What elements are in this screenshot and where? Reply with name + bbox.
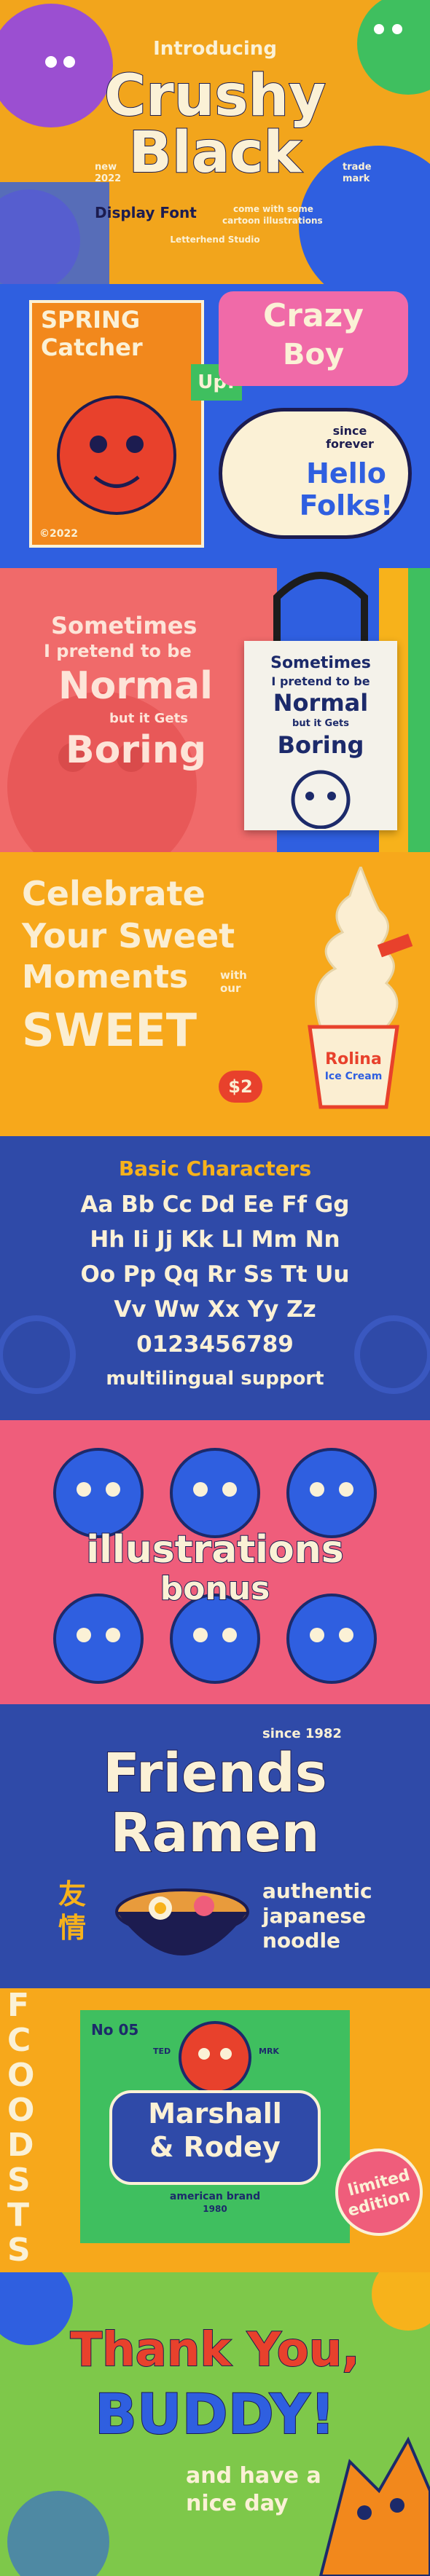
bonus-line-2: bonus xyxy=(160,1569,271,1608)
thank-you-tag-1: and have a xyxy=(186,2463,321,2489)
tote-bag-line-4: but it Gets xyxy=(292,718,349,729)
tote-bag-line-2: I pretend to be xyxy=(271,674,370,688)
hello-folks-line-2: Folks! xyxy=(299,489,394,521)
spring-catcher-line-1: SPRING xyxy=(41,306,141,334)
crazy-boy-line-2: Boy xyxy=(282,338,345,371)
ice-cream-line-3: Moments xyxy=(22,958,189,996)
characters-row-2: Hh Ii Jj Kk Ll Mm Nn xyxy=(90,1226,340,1253)
bonus-line-1: illustrations xyxy=(85,1527,344,1572)
cup-brand-line-2: Ice Cream xyxy=(324,1071,383,1082)
tote-poster-line-4: but it Gets xyxy=(109,711,188,726)
ramen-bowl-illustration xyxy=(115,1888,249,1955)
ramen-tag-3: noodle xyxy=(262,1929,341,1953)
hero-note-2: cartoon illustrations xyxy=(222,216,323,226)
ramen-tag-2: japanese xyxy=(262,1904,367,1928)
thank-you-tag-2: nice day xyxy=(186,2491,289,2516)
hello-folks-forever: forever xyxy=(326,437,374,451)
hero-tag-new: new xyxy=(95,162,117,173)
marshall-ted: TED xyxy=(153,2047,171,2056)
thank-you-line-1: Thank You, xyxy=(69,2323,360,2378)
ramen-line-1: Friends xyxy=(102,1741,328,1805)
tote-poster-line-3: Normal xyxy=(58,664,213,708)
crazy-boy-line-1: Crazy xyxy=(263,297,364,334)
hello-folks-line-1: Hello xyxy=(306,457,386,489)
characters-row-3: Oo Pp Qq Rr Ss Tt Uu xyxy=(80,1261,350,1288)
ramen-since: since 1982 xyxy=(262,1726,342,1741)
hero-subtitle: Display Font xyxy=(95,204,197,221)
tote-poster-line-1: Sometimes xyxy=(51,612,198,639)
spring-catcher-line-2: Catcher xyxy=(41,334,143,361)
ramen-kanji-2: 情 xyxy=(58,1912,87,1944)
marshall-brand: american brand xyxy=(169,2191,261,2202)
cartoon-face-background xyxy=(7,692,197,852)
hero-intro: Introducing xyxy=(153,38,277,60)
hero-tag-year: 2022 xyxy=(95,173,122,184)
illustrations-bonus-section: illustrations bonus xyxy=(0,1420,430,1704)
tomato-mascot-illustration xyxy=(57,395,176,515)
characters-digits: 0123456789 xyxy=(136,1331,294,1358)
hero-section: Introducing Crushy Black new 2022 trade … xyxy=(0,0,430,284)
thank-you-section: Thank You, BUDDY! and have a nice day xyxy=(0,2272,430,2576)
characters-multilingual: multilingual support xyxy=(106,1368,324,1390)
marshall-mrk: MRK xyxy=(259,2047,279,2056)
ice-cream-cup-illustration xyxy=(308,867,413,1109)
cup-brand-line-1: Rolina xyxy=(325,1050,382,1068)
ice-cream-with-our: with our xyxy=(220,969,247,995)
marshall-line-1: Marshall xyxy=(148,2098,282,2130)
tote-bag-face-illustration xyxy=(291,770,351,829)
hero-note-1: come with some xyxy=(233,204,313,214)
hero-tag-mark: mark xyxy=(343,173,370,184)
ice-cream-line-1: Celebrate xyxy=(22,874,206,913)
ice-cream-line-4: SWEET xyxy=(22,1004,198,1057)
marshall-mascot-illustration xyxy=(179,2021,251,2094)
tote-bag-line-1: Sometimes xyxy=(270,654,371,672)
hero-title-line-1: Crushy xyxy=(103,63,327,129)
marshall-year: 1980 xyxy=(203,2204,227,2214)
ice-cream-section: Celebrate Your Sweet Moments with our SW… xyxy=(0,852,430,1136)
tote-bag-section: Sometimes I pretend to be Normal but it … xyxy=(0,568,430,852)
characters-heading: Basic Characters xyxy=(118,1157,312,1181)
hello-folks-since: since xyxy=(332,424,367,438)
hero-tag-trade: trade xyxy=(343,162,372,173)
ramen-line-2: Ramen xyxy=(110,1801,321,1865)
logo-examples-section: SPRING Catcher ©2022 Up! Crazy Boy since… xyxy=(0,284,430,568)
ramen-section: since 1982 Friends Ramen 友 情 authentic j… xyxy=(0,1704,430,1988)
tote-poster-line-2: I pretend to be xyxy=(44,641,192,661)
characters-row-1: Aa Bb Cc Dd Ee Ff Gg xyxy=(80,1192,350,1218)
marshall-number: No 05 xyxy=(91,2021,139,2039)
marshall-line-2: & Rodey xyxy=(149,2131,281,2163)
tote-poster-line-5: Boring xyxy=(66,728,207,772)
spring-catcher-year: ©2022 xyxy=(39,528,78,540)
basic-characters-section: Basic Characters Aa Bb Cc Dd Ee Ff Gg Hh… xyxy=(0,1136,430,1420)
tote-bag-line-5: Boring xyxy=(277,731,364,759)
marshall-rodey-section: FCOODSTS No 05 TED MRK Marshall & Rodey … xyxy=(0,1988,430,2272)
tote-bag-line-3: Normal xyxy=(273,689,369,717)
hero-studio: Letterhend Studio xyxy=(170,235,260,245)
thank-you-line-2: BUDDY! xyxy=(94,2381,336,2447)
ramen-tag-1: authentic xyxy=(262,1879,372,1903)
side-vertical-text: FCOODSTS xyxy=(7,1988,35,2269)
ice-cream-line-2: Your Sweet xyxy=(22,916,235,956)
stripe-green xyxy=(408,568,430,852)
price-badge: $2 xyxy=(219,1071,262,1103)
characters-row-4: Vv Ww Xx Yy Zz xyxy=(114,1296,316,1323)
